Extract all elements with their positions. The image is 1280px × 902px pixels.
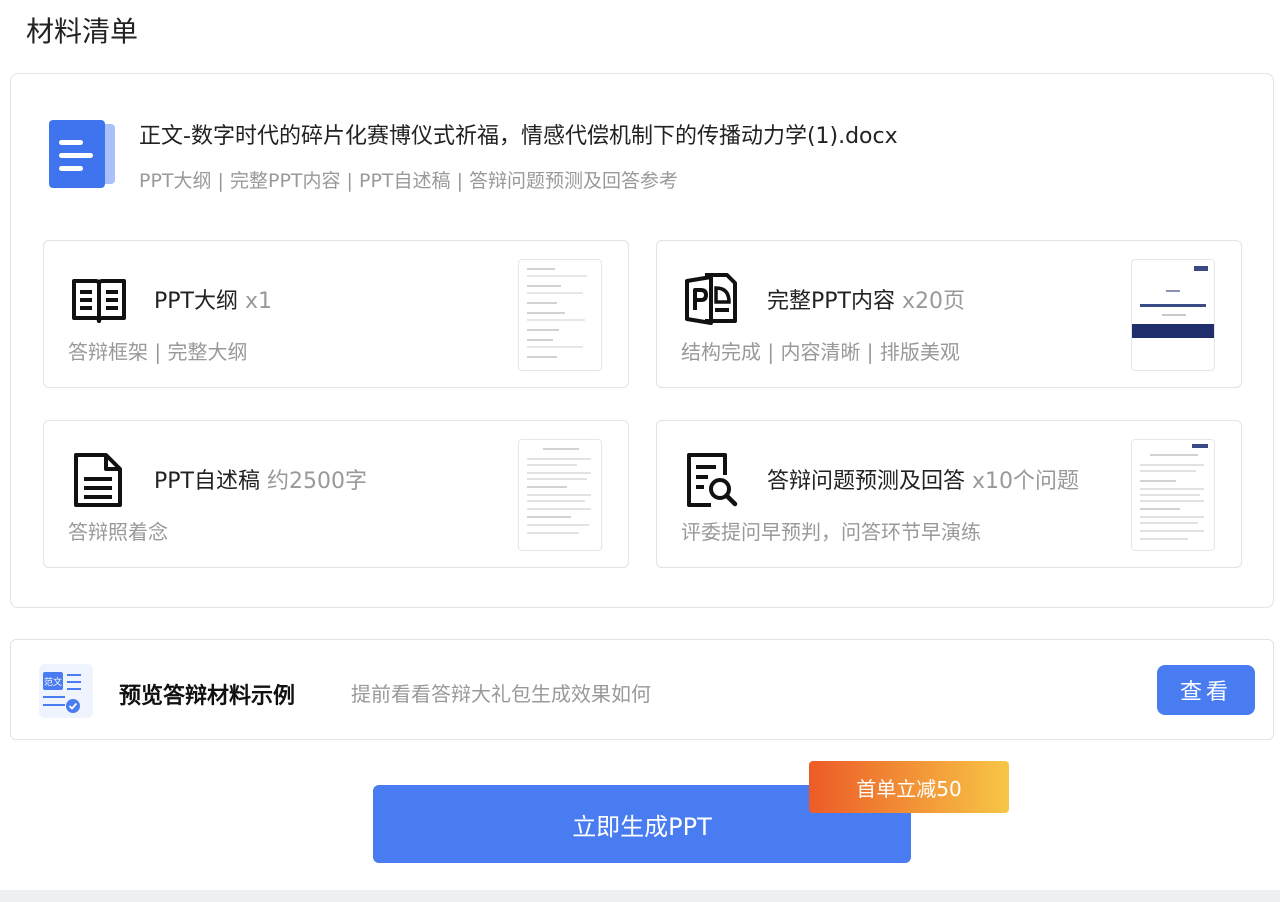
item-title-text: 答辩问题预测及回答 xyxy=(767,469,966,494)
item-title-text: PPT大纲 xyxy=(154,289,238,314)
item-quantity: x1 xyxy=(244,289,273,314)
text-document-icon xyxy=(74,453,122,507)
footer-divider xyxy=(0,890,1280,902)
preview-sample-card: 范文 预览答辩材料示例 提前看看答辩大礼包生成效果如何 查看 xyxy=(10,639,1274,740)
materials-card: 正文-数字时代的碎片化赛博仪式祈福，情感代偿机制下的传播动力学(1).docx … xyxy=(10,73,1274,608)
promo-badge: 首单立减50 xyxy=(809,761,1009,813)
page-title: 材料清单 xyxy=(26,15,139,48)
outline-thumbnail xyxy=(518,259,602,371)
item-card-full-ppt[interactable]: 完整PPT内容 x20页 结构完成 | 内容清晰 | 排版美观 xyxy=(656,240,1242,388)
item-description: 评委提问早预判，问答环节早演练 xyxy=(681,520,981,544)
document-filename: 正文-数字时代的碎片化赛博仪式祈福，情感代偿机制下的传播动力学(1).docx xyxy=(139,124,898,149)
item-quantity: x10个问题 xyxy=(972,469,1080,494)
script-thumbnail xyxy=(518,439,602,551)
item-description: 答辩照着念 xyxy=(68,520,168,544)
item-quantity: x20页 xyxy=(901,289,965,314)
item-quantity: 约2500字 xyxy=(266,469,367,494)
item-title: 完整PPT内容 x20页 xyxy=(767,283,965,315)
sample-document-icon: 范文 xyxy=(39,664,93,718)
item-card-ppt-outline[interactable]: PPT大纲 x1 答辩框架 | 完整大纲 xyxy=(43,240,629,388)
preview-title: 预览答辩材料示例 xyxy=(119,684,296,709)
item-description: 答辩框架 | 完整大纲 xyxy=(68,340,248,364)
ppt-thumbnail xyxy=(1131,259,1215,371)
qa-thumbnail xyxy=(1131,439,1215,551)
item-title: PPT自述稿 约2500字 xyxy=(154,463,367,495)
document-search-icon xyxy=(687,453,738,507)
item-description: 结构完成 | 内容清晰 | 排版美观 xyxy=(681,340,960,364)
open-book-icon xyxy=(72,279,126,323)
item-title-text: 完整PPT内容 xyxy=(767,289,895,314)
document-icon xyxy=(49,120,115,188)
document-contents-summary: PPT大纲 | 完整PPT内容 | PPT自述稿 | 答辩问题预测及回答参考 xyxy=(139,170,679,192)
item-card-qa-prediction[interactable]: 答辩问题预测及回答 x10个问题 评委提问早预判，问答环节早演练 xyxy=(656,420,1242,568)
sample-icon-label: 范文 xyxy=(44,676,62,688)
ppt-file-icon xyxy=(685,273,737,325)
item-title-text: PPT自述稿 xyxy=(154,469,260,494)
item-title: PPT大纲 x1 xyxy=(154,283,272,315)
preview-description: 提前看看答辩大礼包生成效果如何 xyxy=(351,682,651,706)
item-card-script[interactable]: PPT自述稿 约2500字 答辩照着念 xyxy=(43,420,629,568)
view-sample-button[interactable]: 查看 xyxy=(1157,665,1255,715)
item-title: 答辩问题预测及回答 x10个问题 xyxy=(767,463,1079,495)
